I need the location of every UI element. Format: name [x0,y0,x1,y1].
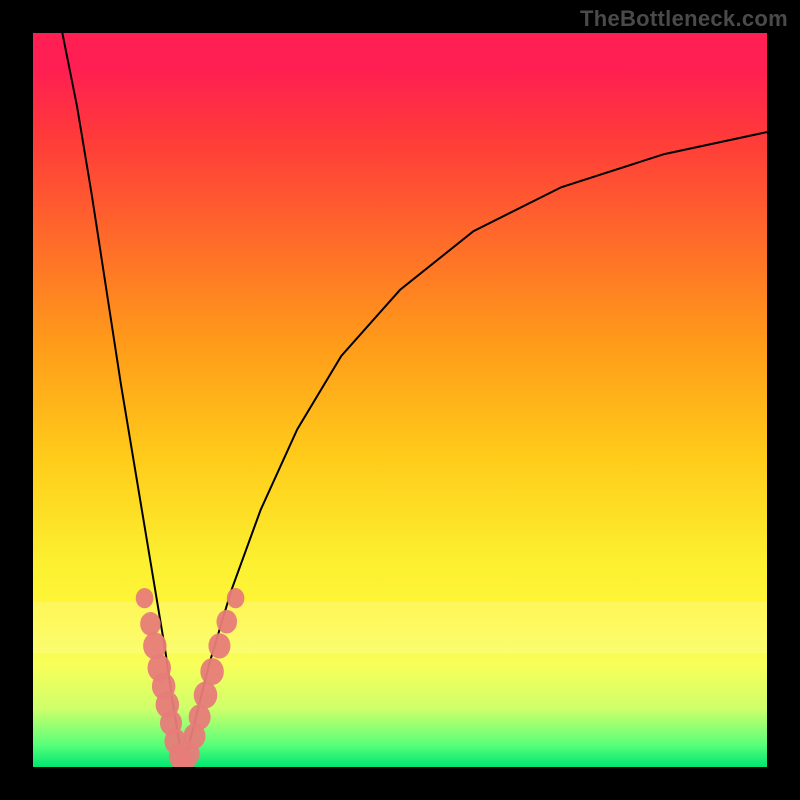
watermark-text: TheBottleneck.com [580,6,788,32]
plot-area [33,33,767,767]
chart-frame: TheBottleneck.com [0,0,800,800]
marker-layer [33,33,767,767]
